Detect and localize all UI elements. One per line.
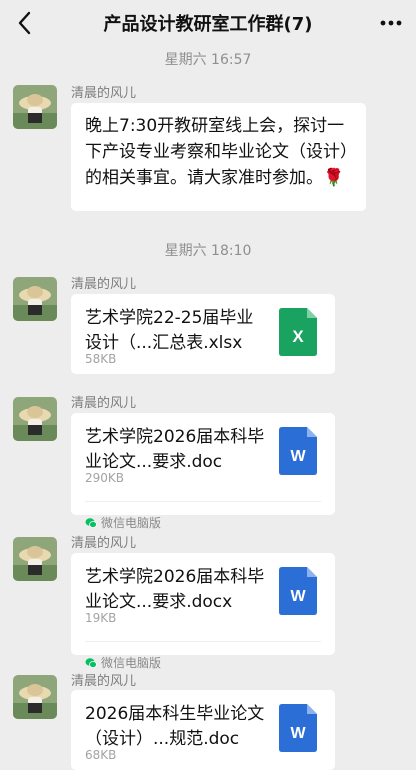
file-name: 2026届本科生毕业论文（设计）...规范.doc [85, 704, 265, 749]
svg-text:W: W [290, 588, 306, 605]
file-card[interactable]: 2026届本科生毕业论文（设计）...规范.doc 68KB W [71, 690, 335, 770]
file-name: 艺术学院2026届本科毕业论文...要求.docx [85, 567, 265, 612]
file-size: 290KB [85, 471, 125, 485]
avatar[interactable] [13, 85, 57, 129]
file-card[interactable]: 艺术学院22-25届毕业设计（...汇总表.xlsx 58KB X [71, 294, 335, 374]
avatar[interactable] [13, 537, 57, 581]
excel-icon: X [279, 308, 317, 356]
source-label: 微信电脑版 [85, 654, 161, 671]
avatar[interactable] [13, 675, 57, 719]
timestamp: 星期六 16:57 [164, 52, 252, 68]
svg-text:W: W [290, 448, 306, 465]
svg-text:X: X [292, 327, 304, 346]
word-icon: W [279, 427, 317, 475]
message-text: 晚上7:30开教研室线上会，探讨一下产设专业考察和毕业论文（设计）的相关事宜。请… [85, 116, 357, 188]
source-label: 微信电脑版 [85, 514, 161, 531]
wechat-icon [85, 658, 97, 668]
source-text: 微信电脑版 [101, 656, 162, 670]
file-name: 艺术学院2026届本科毕业论文...要求.doc [85, 427, 265, 472]
svg-text:W: W [290, 725, 306, 742]
file-card[interactable]: 艺术学院2026届本科毕业论文...要求.docx 19KB W 微信电脑版 [71, 553, 335, 670]
wechat-icon [85, 518, 97, 528]
file-name: 艺术学院22-25届毕业设计（...汇总表.xlsx [85, 308, 254, 353]
chevron-left-icon [18, 11, 31, 35]
word-icon: W [279, 704, 317, 752]
word-icon: W [279, 567, 317, 615]
chat-title: 产品设计教研室工作群(7) [103, 14, 313, 35]
file-size: 58KB [85, 352, 117, 366]
avatar[interactable] [13, 277, 57, 321]
timestamp: 星期六 18:10 [164, 243, 252, 259]
sender-name: 清晨的风儿 [71, 674, 137, 689]
more-button[interactable] [374, 8, 408, 38]
divider [85, 501, 321, 502]
source-text: 微信电脑版 [101, 516, 162, 530]
sender-name: 清晨的风儿 [71, 86, 137, 101]
file-size: 19KB [85, 611, 117, 625]
file-card[interactable]: 艺术学院2026届本科毕业论文...要求.doc 290KB W 微信电脑版 [71, 413, 335, 530]
sender-name: 清晨的风儿 [71, 396, 137, 411]
avatar[interactable] [13, 397, 57, 441]
message-bubble[interactable]: 晚上7:30开教研室线上会，探讨一下产设专业考察和毕业论文（设计）的相关事宜。请… [71, 103, 366, 211]
divider [85, 641, 321, 642]
sender-name: 清晨的风儿 [71, 536, 137, 551]
chat-header: 产品设计教研室工作群(7) [0, 0, 416, 46]
sender-name: 清晨的风儿 [71, 277, 137, 292]
back-button[interactable] [10, 8, 40, 38]
file-size: 68KB [85, 748, 117, 762]
more-dots-icon [380, 20, 402, 26]
